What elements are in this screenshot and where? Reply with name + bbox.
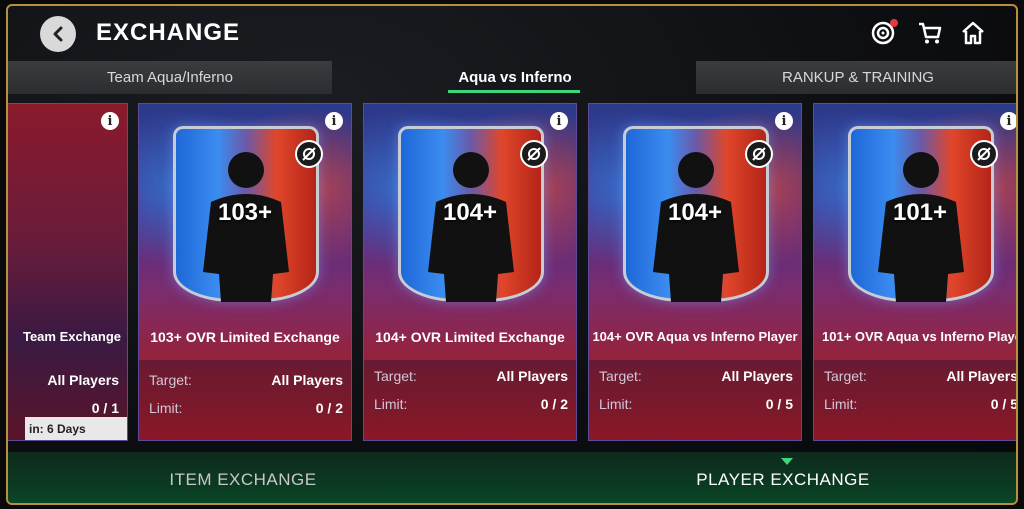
info-icon[interactable]: i (101, 112, 119, 130)
exchange-card[interactable]: i 104+ 104+ OVR Aqua vs Inferno Player T… (588, 103, 802, 441)
tab-team-aqua-inferno[interactable]: Team Aqua/Inferno (8, 61, 332, 94)
exchange-card[interactable]: i 103+ 103+ OVR Limited Exchange Target:… (138, 103, 352, 441)
limit-label: Limit: (824, 396, 858, 412)
card-title: 104+ OVR Limited Exchange (375, 329, 565, 345)
header: EXCHANGE (8, 6, 1016, 62)
card-title: 104+ OVR Aqua vs Inferno Player (592, 329, 798, 344)
target-value: All Players (721, 368, 793, 384)
ovr-rating: 104+ (442, 199, 498, 226)
target-value: All Players (271, 372, 343, 388)
notification-dot (890, 19, 898, 27)
store-button[interactable] (917, 20, 943, 46)
time-remaining: in: 6 Days (25, 417, 127, 440)
info-icon[interactable]: i (550, 112, 568, 130)
game-frame: EXCHANGE Team Aqua/Inferno Aqua vs Infer… (6, 4, 1018, 505)
ovr-rating: 103+ (217, 199, 273, 226)
target-button[interactable] (870, 19, 898, 46)
exchange-card[interactable]: i 101+ 101+ OVR Aqua vs Inferno Player T… (813, 103, 1018, 441)
limit-value: 0 / 5 (765, 396, 793, 412)
untradeable-icon (520, 140, 548, 168)
tab-rankup-training[interactable]: RANKUP & TRAINING (696, 61, 1016, 94)
exchange-card[interactable]: i 104+ 104+ OVR Limited Exchange Target:… (363, 103, 577, 441)
info-icon[interactable]: i (775, 112, 793, 130)
limit-value: 0 / 2 (540, 396, 568, 412)
ovr-rating: 104+ (667, 199, 723, 226)
exchange-card-list[interactable]: i Team Exchange All Players 0 / 1 in: 6 … (8, 103, 1016, 443)
target-value: All Players (47, 372, 119, 388)
home-button[interactable] (960, 20, 986, 46)
target-label: Target: (824, 368, 867, 384)
home-icon (962, 21, 984, 45)
untradeable-icon (970, 140, 998, 168)
info-icon[interactable]: i (325, 112, 343, 130)
cart-icon (919, 22, 942, 44)
target-label: Target: (374, 368, 417, 384)
chevron-left-icon (53, 26, 63, 42)
active-tab-marker-icon (781, 458, 793, 465)
page-title: EXCHANGE (96, 19, 241, 46)
limit-value: 0 / 1 (91, 400, 119, 416)
limit-label: Limit: (149, 400, 183, 416)
info-icon[interactable]: i (1000, 112, 1016, 130)
back-button[interactable] (40, 16, 76, 52)
target-label: Target: (599, 368, 642, 384)
active-tab-indicator (448, 90, 580, 93)
limit-label: Limit: (374, 396, 408, 412)
limit-label: Limit: (599, 396, 633, 412)
bottom-nav: ITEM EXCHANGE PLAYER EXCHANGE (8, 452, 1016, 503)
card-title: 103+ OVR Limited Exchange (150, 329, 340, 345)
limit-value: 0 / 5 (990, 396, 1018, 412)
card-title: 101+ OVR Aqua vs Inferno Player (822, 329, 1018, 344)
exchange-card[interactable]: i Team Exchange All Players 0 / 1 in: 6 … (8, 103, 128, 441)
item-exchange-tab[interactable]: ITEM EXCHANGE (8, 452, 478, 503)
target-value: All Players (496, 368, 568, 384)
target-label: Target: (149, 372, 192, 388)
ovr-rating: 101+ (892, 199, 948, 226)
tab-bar: Team Aqua/Inferno Aqua vs Inferno RANKUP… (8, 61, 1016, 94)
untradeable-icon (745, 140, 773, 168)
card-title: Team Exchange (22, 329, 121, 344)
target-value: All Players (946, 368, 1018, 384)
limit-value: 0 / 2 (315, 400, 343, 416)
untradeable-icon (295, 140, 323, 168)
